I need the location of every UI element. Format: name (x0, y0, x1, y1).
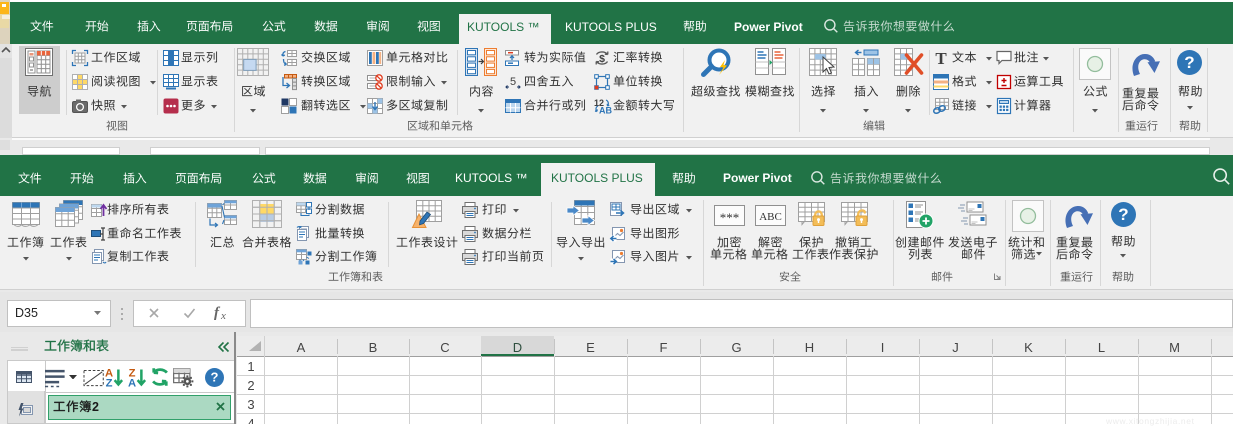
svg-text:AB: AB (599, 106, 612, 116)
svg-text:A: A (128, 377, 136, 389)
svg-text:x: x (220, 310, 226, 321)
svg-text:5: 5 (510, 76, 516, 88)
svg-text:2: 2 (92, 400, 99, 414)
svg-text:f: f (214, 305, 221, 321)
svg-text:ABC: ABC (759, 211, 782, 223)
svg-text:***: *** (720, 210, 740, 225)
svg-text:?: ? (1184, 53, 1194, 72)
svg-text:?: ? (1118, 205, 1128, 224)
svg-text:?: ? (211, 370, 219, 385)
svg-text:T: T (935, 49, 947, 68)
svg-text:Z: Z (106, 377, 113, 389)
